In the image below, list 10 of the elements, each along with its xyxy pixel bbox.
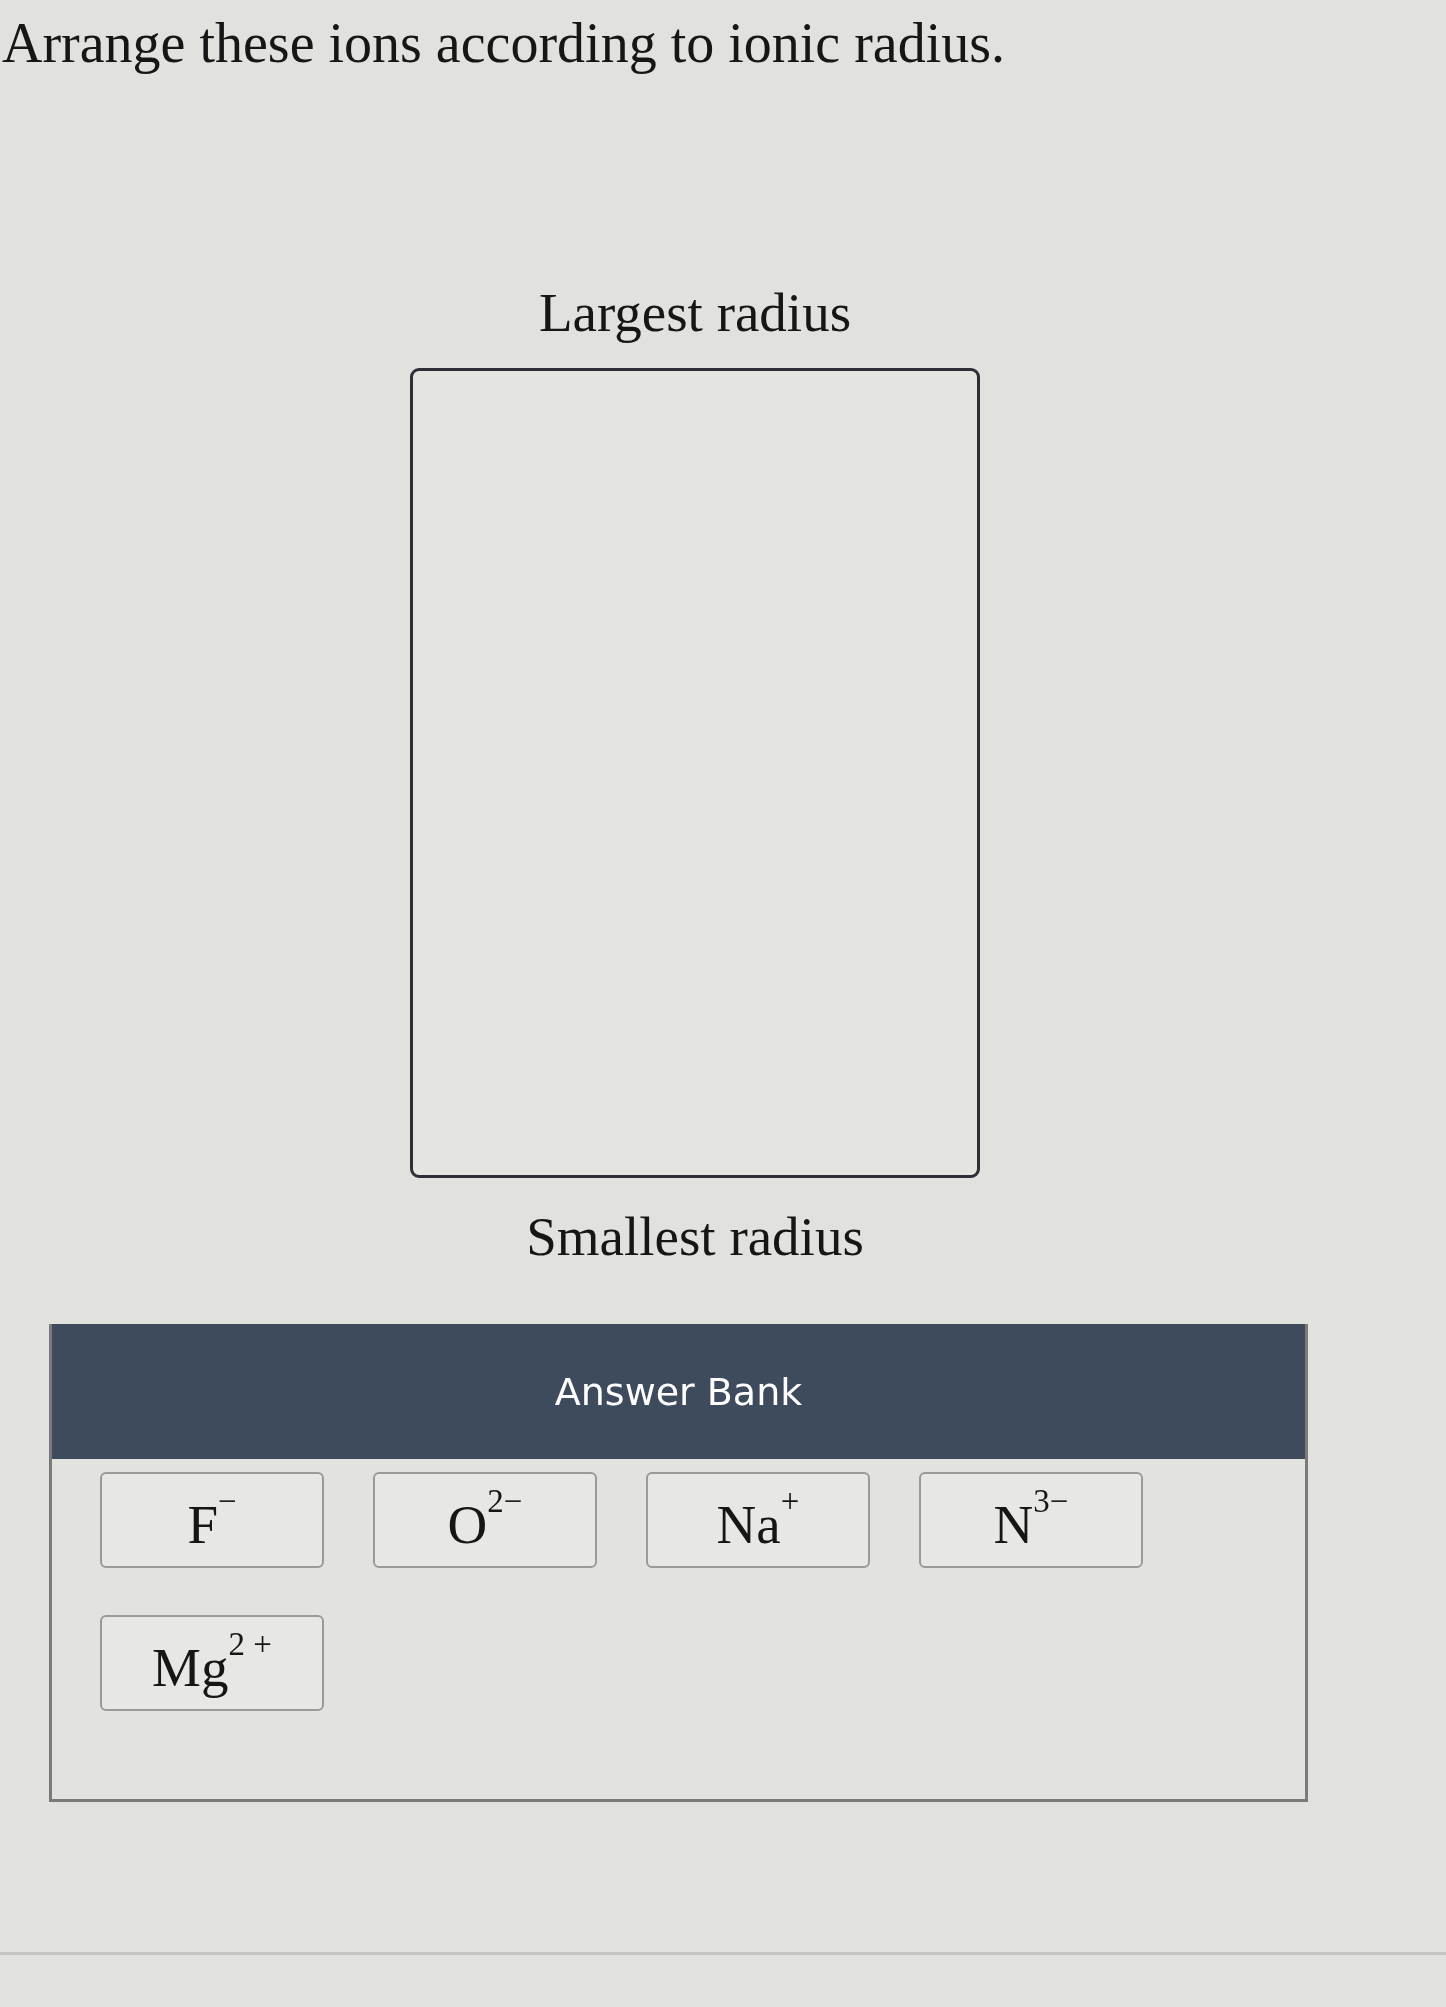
ion-tile[interactable]: Na$^{+}$ <box>646 1472 870 1568</box>
rank-bottom-label: Smallest radius <box>526 1205 864 1269</box>
question-prompt: Arrange these ions according to ionic radius. <box>1 11 1006 76</box>
ion-tile[interactable]: O$^{2−}$ <box>373 1472 597 1568</box>
ion-tile[interactable]: F$^{−}$ <box>100 1472 324 1568</box>
rank-top-label: Largest radius <box>538 281 852 345</box>
drop-zone[interactable] <box>410 368 980 1178</box>
answer-bank-header: Answer Bank <box>52 1324 1305 1459</box>
ion-tile[interactable]: Mg$^{2 +}$ <box>100 1615 324 1711</box>
ion-tile[interactable]: N$^{3−}$ <box>919 1472 1143 1568</box>
